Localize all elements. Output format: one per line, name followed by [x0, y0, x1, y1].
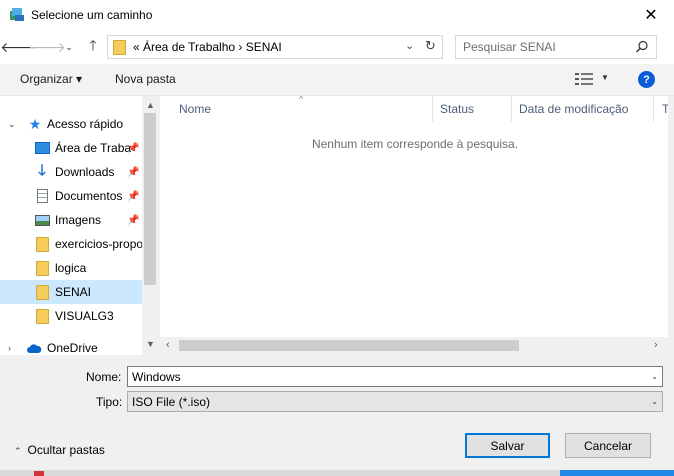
back-button[interactable]: 🡐 [0, 36, 38, 58]
folder-icon [34, 284, 50, 300]
folder-icon [34, 260, 50, 276]
sidebar-item-label: Downloads [55, 165, 115, 179]
sidebar-item-desktop[interactable]: Área de Traba 📌 [0, 136, 142, 160]
view-dropdown-icon[interactable]: ▼ [601, 73, 609, 82]
search-box[interactable] [455, 35, 657, 59]
chevron-down-icon[interactable]: ⌄ [651, 397, 658, 406]
organize-menu[interactable]: Organizar ▾ [20, 72, 82, 86]
filename-input[interactable] [132, 369, 632, 384]
hide-folders-label: Ocultar pastas [27, 443, 105, 457]
sidebar-item-label: Área de Traba [55, 141, 132, 155]
folder-icon [113, 40, 126, 55]
pin-icon: 📌 [127, 166, 140, 178]
new-folder-button[interactable]: Nova pasta [115, 72, 176, 86]
empty-results-message: Nenhum item corresponde à pesquisa. [311, 137, 519, 151]
search-input[interactable] [463, 39, 628, 55]
address-bar[interactable]: « Área de Trabalho › SENAI ⌄ ↻ [107, 35, 443, 59]
sidebar-item-documents[interactable]: Documentos 📌 [0, 184, 142, 208]
sidebar-item-exercicios[interactable]: exercicios-propo [0, 232, 142, 256]
sidebar-item-onedrive[interactable]: › OneDrive [0, 336, 142, 355]
filename-combobox[interactable]: ⌄ [127, 366, 663, 387]
cancel-button[interactable]: Cancelar [565, 433, 651, 458]
refresh-icon[interactable]: ↻ [425, 38, 436, 54]
folder-icon [34, 308, 50, 324]
background-app-edge [34, 471, 44, 476]
nav-pane-scrollbar[interactable]: ▲ ▼ [142, 96, 159, 355]
document-icon [34, 188, 50, 204]
scroll-down-icon[interactable]: ▼ [146, 339, 155, 349]
scrollbar-thumb[interactable] [144, 113, 156, 285]
cloud-icon [26, 340, 42, 355]
desktop-icon [34, 140, 50, 156]
app-icon [10, 8, 24, 21]
background-window-edge [560, 470, 674, 476]
recent-locations-button[interactable]: ⌄ [62, 36, 76, 58]
filetype-select[interactable]: ISO File (*.iso) ⌄ [127, 391, 663, 412]
help-icon[interactable]: ? [638, 71, 655, 88]
sort-ascending-icon: ^ [299, 96, 304, 104]
hide-folders-toggle[interactable]: ⌃ Ocultar pastas [14, 443, 105, 457]
sidebar-item-senai[interactable]: SENAI [0, 280, 142, 304]
pin-icon: 📌 [127, 142, 140, 154]
filename-label: Nome: [86, 370, 122, 384]
column-header-type[interactable]: T [654, 96, 668, 122]
sidebar-item-label: Acesso rápido [47, 117, 124, 131]
scroll-right-icon[interactable]: › [654, 339, 658, 351]
folder-icon [34, 236, 50, 252]
sidebar-item-label: exercicios-propo [55, 237, 142, 251]
column-header-date[interactable]: Data de modificação [512, 96, 654, 122]
forward-button[interactable]: 🡒 [28, 36, 66, 58]
column-header-status[interactable]: Status [433, 96, 512, 122]
navigation-bar: 🡐 🡒 ⌄ 🡑 « Área de Trabalho › SENAI ⌄ ↻ [0, 30, 674, 64]
scrollbar-thumb[interactable] [179, 340, 519, 351]
file-list[interactable]: Nome Status Data de modificação T ^ Nenh… [160, 96, 668, 337]
sidebar-item-label: SENAI [55, 285, 92, 299]
sidebar-item-images[interactable]: Imagens 📌 [0, 208, 142, 232]
expand-icon[interactable]: ⌄ [8, 119, 16, 130]
address-dropdown-icon[interactable]: ⌄ [405, 39, 414, 52]
close-button[interactable]: ✕ [628, 0, 674, 30]
command-toolbar: Organizar ▾ Nova pasta ▼ ? [0, 64, 674, 96]
save-button[interactable]: Salvar [465, 433, 550, 458]
filetype-label: Tipo: [96, 395, 123, 409]
sidebar-item-label: Documentos [55, 189, 123, 203]
scroll-left-icon[interactable]: ‹ [166, 339, 170, 351]
navigation-pane: ⌄ ★ Acesso rápido Área de Traba 📌 🡓 Down… [0, 96, 142, 355]
pane-border [668, 96, 674, 355]
sidebar-item-label: OneDrive [47, 341, 98, 355]
window-title: Selecione um caminho [31, 8, 153, 22]
image-icon [34, 212, 50, 228]
sidebar-item-label: logica [55, 261, 87, 275]
view-options-icon[interactable] [574, 72, 594, 86]
title-bar: Selecione um caminho ✕ [0, 0, 674, 30]
download-icon: 🡓 [38, 161, 46, 179]
scroll-up-icon[interactable]: ▲ [146, 100, 155, 110]
sidebar-item-logica[interactable]: logica [0, 256, 142, 280]
file-list-horizontal-scrollbar[interactable]: ‹ › [160, 337, 668, 354]
chevron-up-icon: ⌃ [14, 446, 22, 456]
sidebar-item-quick-access[interactable]: ⌄ ★ Acesso rápido [0, 112, 142, 136]
sidebar-item-downloads[interactable]: 🡓 Downloads 📌 [0, 160, 142, 184]
sidebar-item-visualg3[interactable]: VISUALG3 [0, 304, 142, 328]
sidebar-item-label: Imagens [55, 213, 102, 227]
filetype-value: ISO File (*.iso) [132, 395, 211, 409]
expand-icon[interactable]: › [8, 343, 11, 353]
chevron-down-icon[interactable]: ⌄ [651, 372, 658, 381]
pin-icon: 📌 [127, 214, 140, 226]
column-header-name[interactable]: Nome [160, 96, 433, 122]
up-button[interactable]: 🡑 [82, 36, 104, 58]
address-path[interactable]: « Área de Trabalho › SENAI [133, 40, 282, 54]
background-taskbar-strip [0, 470, 674, 476]
pin-icon: 📌 [127, 190, 140, 202]
sidebar-item-label: VISUALG3 [55, 309, 114, 323]
search-icon[interactable] [635, 40, 649, 54]
star-icon: ★ [28, 115, 42, 132]
